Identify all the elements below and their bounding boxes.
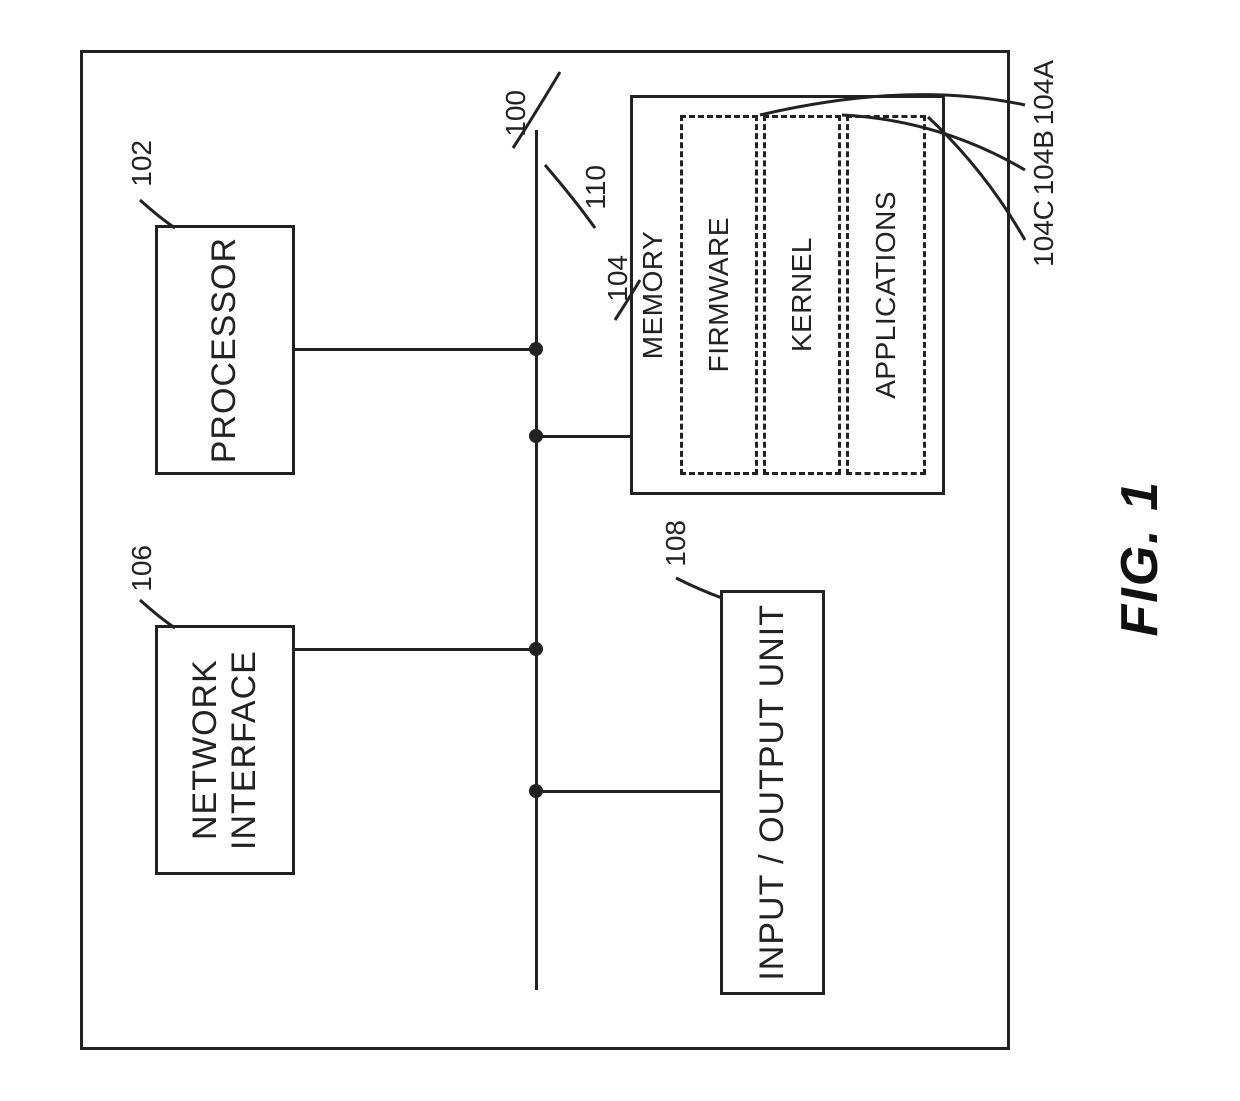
figure-title: FIG. 1 [1110, 480, 1170, 636]
bus-junction-dot [529, 784, 543, 798]
bus-junction-dot [529, 642, 543, 656]
ref-firmware: 104A [1028, 60, 1060, 125]
network-interface-label: NETWORK INTERFACE [186, 628, 264, 872]
diagram-canvas: PROCESSOR NETWORK INTERFACE MEMORY FIRMW… [0, 0, 1240, 1101]
processor-block: PROCESSOR [155, 225, 295, 475]
ref-network: 106 [126, 545, 158, 592]
memory-label: MEMORY [637, 231, 669, 360]
conn-memory [536, 435, 630, 438]
ref-processor: 102 [126, 140, 158, 187]
processor-label: PROCESSOR [205, 237, 244, 463]
applications-label: APPLICATIONS [870, 191, 902, 399]
bus-junction-dot [529, 342, 543, 356]
ref-io: 108 [660, 520, 692, 567]
io-unit-label: INPUT / OUTPUT UNIT [753, 604, 792, 981]
kernel-label: KERNEL [786, 237, 818, 352]
conn-processor [295, 348, 537, 351]
ref-bus: 110 [580, 165, 612, 210]
ref-outer: 100 [500, 90, 532, 137]
conn-network [295, 648, 537, 651]
bus-junction-dot [529, 429, 543, 443]
firmware-box: FIRMWARE [680, 115, 758, 475]
kernel-box: KERNEL [763, 115, 841, 475]
ref-kernel: 104B [1028, 130, 1060, 195]
applications-box: APPLICATIONS [846, 115, 926, 475]
io-unit-block: INPUT / OUTPUT UNIT [720, 590, 825, 995]
conn-io [536, 790, 720, 793]
ref-memory: 104 [602, 255, 634, 302]
firmware-label: FIRMWARE [703, 217, 735, 372]
ref-applications: 104C [1028, 200, 1060, 267]
network-interface-block: NETWORK INTERFACE [155, 625, 295, 875]
bus-line [535, 130, 538, 990]
